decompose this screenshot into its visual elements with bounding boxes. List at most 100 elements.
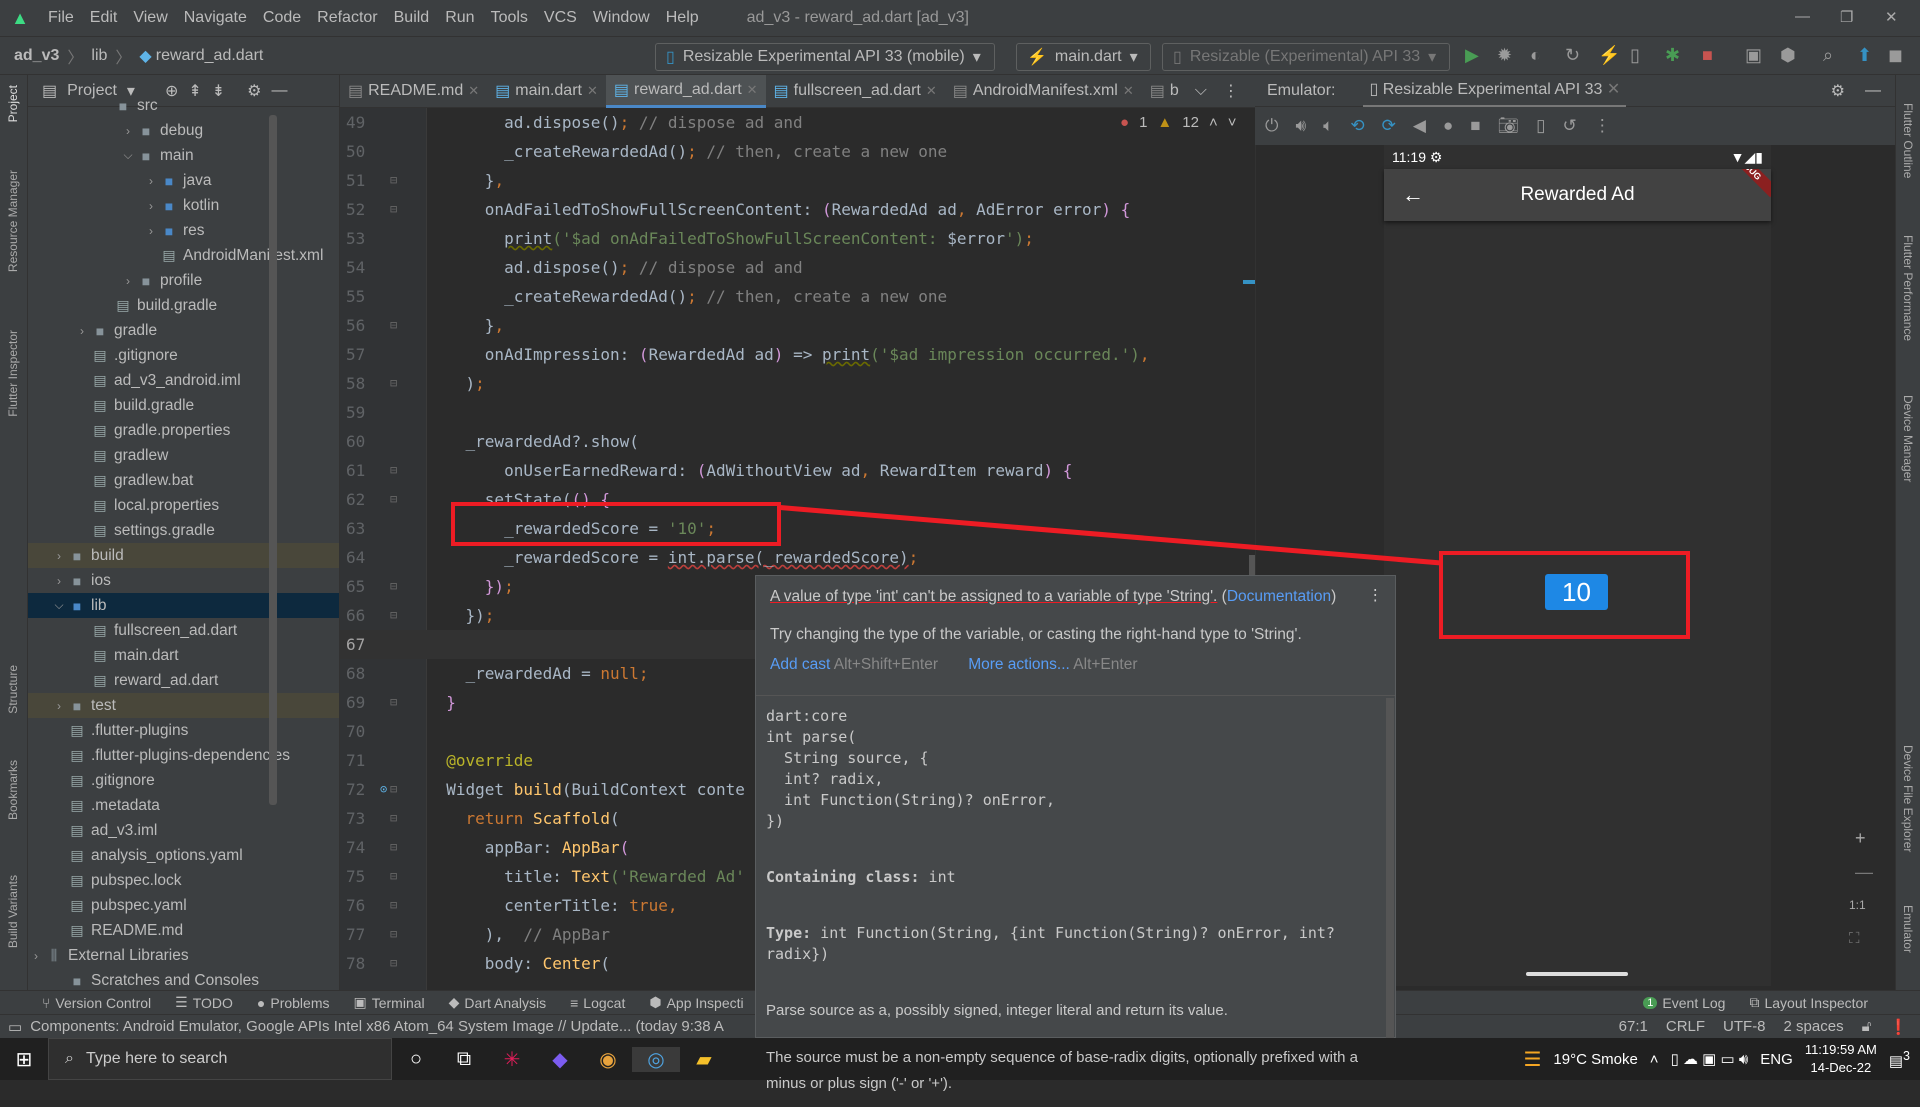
code-line[interactable]: 55 _createRewardedAd(); // then, create … xyxy=(340,282,1255,311)
volume-down-icon[interactable]: 🔈︎ xyxy=(1323,116,1333,136)
system-tray-icons[interactable]: ▯ ☁ ▣ ▭ 🔊︎ xyxy=(1671,1050,1749,1068)
menu-tools[interactable]: Tools xyxy=(483,9,536,27)
tab-b[interactable]: ▤ b xyxy=(1142,75,1187,108)
breadcrumb-file[interactable]: reward_ad.dart xyxy=(156,47,264,65)
previous-highlight-icon[interactable]: ˄ xyxy=(1209,114,1218,131)
run-config-selector[interactable]: ⚡ main.dart ▾ xyxy=(1016,43,1151,71)
tree-item[interactable]: ▤ pubspec.yaml xyxy=(28,893,339,918)
logcat-button[interactable]: ≡ Logcat xyxy=(558,994,637,1011)
menu-help[interactable]: Help xyxy=(658,9,707,27)
tree-item[interactable]: ▤ main.dart xyxy=(28,643,339,668)
chevron-right-icon[interactable]: › xyxy=(74,324,90,338)
notification-center-icon[interactable]: ▤3 xyxy=(1889,1049,1910,1070)
tree-item[interactable]: ▤ gradle.properties xyxy=(28,418,339,443)
menu-refactor[interactable]: Refactor xyxy=(309,9,385,27)
menu-file[interactable]: File xyxy=(40,9,82,27)
zoom-fit-icon[interactable]: ⛶ xyxy=(1849,930,1860,947)
more-actions-link[interactable]: More actions... xyxy=(968,656,1070,673)
tree-item[interactable]: ▤ analysis_options.yaml xyxy=(28,843,339,868)
gear-icon[interactable]: ⚙ xyxy=(1831,81,1845,101)
code-line[interactable]: 59 xyxy=(340,398,1255,427)
fold-marker-icon[interactable]: ⊟ xyxy=(390,166,397,195)
fold-marker-icon[interactable]: ⊟ xyxy=(390,311,397,340)
code-line[interactable]: 58 ⊟ ); xyxy=(340,369,1255,398)
event-log-button[interactable]: 1 Event Log xyxy=(1631,994,1737,1011)
power-icon[interactable]: ⏻ xyxy=(1265,116,1278,136)
menu-vcs[interactable]: VCS xyxy=(536,9,585,27)
notifications-icon[interactable]: ❗ xyxy=(1889,1018,1908,1036)
tree-item[interactable]: ▤ AndroidManifest.xml xyxy=(28,243,339,268)
language-indicator[interactable]: ENG xyxy=(1760,1051,1793,1068)
update-icon[interactable]: ⬆ xyxy=(1857,45,1872,66)
hide-icon[interactable]: — xyxy=(1865,82,1881,100)
code-line[interactable]: 64 _rewardedScore = int.parse(_rewardedS… xyxy=(340,543,1255,572)
fold-marker-icon[interactable]: ⊟ xyxy=(390,891,397,920)
profile-icon[interactable]: ◐ xyxy=(1530,45,1541,66)
tree-item[interactable]: › ■ java xyxy=(28,168,339,193)
tree-item[interactable]: ▤ pubspec.lock xyxy=(28,868,339,893)
hot-reload-icon[interactable]: ⚡ xyxy=(1598,45,1620,66)
chevron-right-icon[interactable]: › xyxy=(120,124,136,138)
status-panel-icon[interactable]: ▭ xyxy=(8,1018,22,1036)
fold-marker-icon[interactable]: ⊟ xyxy=(390,833,397,862)
tree-item[interactable]: ■ src xyxy=(28,93,339,118)
show-hidden-icons[interactable]: ˄ xyxy=(1650,1051,1659,1068)
menu-code[interactable]: Code xyxy=(255,9,309,27)
android-studio-icon[interactable]: ◎ xyxy=(632,1046,680,1072)
tab-fullscreen_ad-dart[interactable]: ▤ fullscreen_ad.dart ✕ xyxy=(766,75,945,108)
more-options-icon[interactable]: ⋮ xyxy=(1368,586,1384,605)
fold-icon[interactable]: ▯ xyxy=(1536,116,1545,136)
tree-item[interactable]: ▤ settings.gradle xyxy=(28,518,339,543)
app-inspection-button[interactable]: ⬢ App Inspecti xyxy=(637,994,755,1011)
code-line[interactable]: 54 ad.dispose(); // dispose ad and xyxy=(340,253,1255,282)
flutter-inspector-tool-button[interactable]: Flutter Inspector xyxy=(6,330,20,417)
device-file-explorer-tool-button[interactable]: Device File Explorer xyxy=(1901,745,1915,852)
documentation-link[interactable]: Documentation xyxy=(1227,588,1331,605)
debug-icon[interactable]: ✹ xyxy=(1497,45,1512,66)
tree-item[interactable]: › ■ test xyxy=(28,693,339,718)
device-selector[interactable]: ▯ Resizable Experimental API 33 (mobile) ▾ xyxy=(655,43,995,71)
chevron-right-icon[interactable]: › xyxy=(51,574,67,588)
tree-item[interactable]: ▤ .gitignore xyxy=(28,768,339,793)
code-line[interactable]: 52 ⊟ onAdFailedToShowFullScreenContent: (… xyxy=(340,195,1255,224)
resource-manager-tool-button[interactable]: Resource Manager xyxy=(6,170,20,272)
clock[interactable]: 11:19:59 AM 14-Dec-22 xyxy=(1805,1041,1877,1077)
target-device-selector[interactable]: ▯ Resizable (Experimental) API 33 ▾ xyxy=(1162,43,1450,71)
file-encoding[interactable]: UTF-8 xyxy=(1723,1018,1766,1036)
tree-item[interactable]: › ■ build xyxy=(28,543,339,568)
fold-marker-icon[interactable]: ⊟ xyxy=(390,572,397,601)
tree-item[interactable]: ▤ gradlew xyxy=(28,443,339,468)
overview-icon[interactable]: ■ xyxy=(1470,116,1480,136)
tree-item[interactable]: ▤ build.gradle xyxy=(28,293,339,318)
terminal-button[interactable]: ▣ Terminal xyxy=(342,994,437,1011)
breadcrumb-project[interactable]: ad_v3 xyxy=(14,47,59,65)
device-manager-tool-button[interactable]: Device Manager xyxy=(1901,395,1915,482)
tabs-more-icon[interactable]: ⋮ xyxy=(1215,75,1247,108)
fold-marker-icon[interactable]: ⊟ xyxy=(390,485,397,514)
popup-scrollbar[interactable] xyxy=(1386,698,1394,1038)
emulator-tool-button[interactable]: Emulator xyxy=(1901,905,1915,953)
camera-icon[interactable]: 📷︎ xyxy=(1498,116,1520,136)
project-tool-button[interactable]: Project xyxy=(6,85,20,122)
snapshot-icon[interactable]: ↺ xyxy=(1562,116,1576,136)
chevron-right-icon[interactable]: › xyxy=(51,699,67,713)
build-variants-tool-button[interactable]: Build Variants xyxy=(6,875,20,948)
tree-item[interactable]: › ■ debug xyxy=(28,118,339,143)
code-line[interactable]: 49 ad.dispose(); // dispose ad and xyxy=(340,108,1255,137)
tree-item[interactable]: ▤ .flutter-plugins-dependencies xyxy=(28,743,339,768)
tree-item[interactable]: ▤ .gitignore xyxy=(28,343,339,368)
close-tab-icon[interactable]: ✕ xyxy=(1607,81,1620,98)
zoom-out-icon[interactable]: — xyxy=(1855,862,1873,883)
code-line[interactable]: 60 _rewardedAd?.show( xyxy=(340,427,1255,456)
fold-marker-icon[interactable]: ⊟ xyxy=(390,862,397,891)
volume-up-icon[interactable]: 🔊︎ xyxy=(1295,116,1306,136)
weather-text[interactable]: 19°C Smoke xyxy=(1553,1051,1637,1068)
sdk-manager-icon[interactable]: ⬢ xyxy=(1780,45,1796,66)
tabs-dropdown-icon[interactable]: ⌵ xyxy=(1187,75,1215,108)
tree-item[interactable]: ⌵ ■ main xyxy=(28,143,339,168)
tree-item[interactable]: › ■ ios xyxy=(28,568,339,593)
tree-item[interactable]: › ■ profile xyxy=(28,268,339,293)
tree-item[interactable]: ▤ .flutter-plugins xyxy=(28,718,339,743)
dart-analysis-button[interactable]: ◆ Dart Analysis xyxy=(437,994,558,1011)
tree-item[interactable]: ⌵ ■ lib xyxy=(28,593,339,618)
